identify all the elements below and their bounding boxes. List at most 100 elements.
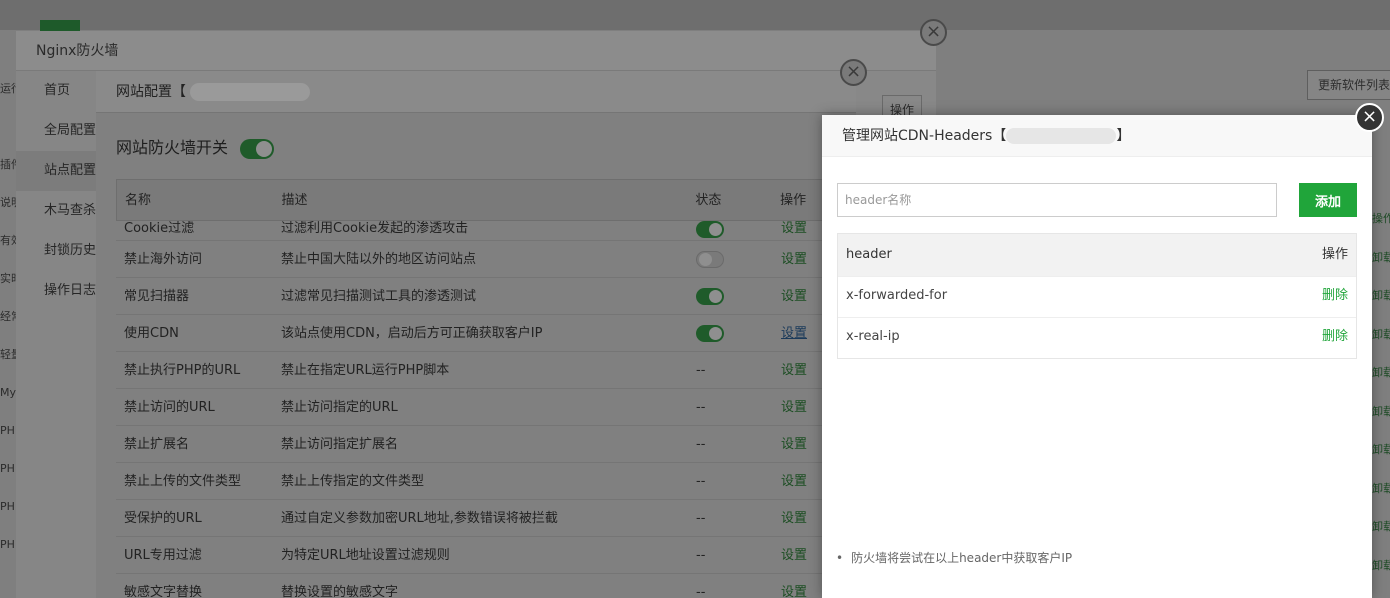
bg-right-label: 卸载 xyxy=(1372,558,1390,572)
row-desc: 禁止上传指定的文件类型 xyxy=(281,474,425,489)
redacted-site-name xyxy=(1006,128,1117,144)
row-desc: 禁止访问指定的URL xyxy=(281,400,398,415)
firewall-switch-label: 网站防火墙开关 xyxy=(116,138,229,157)
close-icon[interactable]: × xyxy=(920,19,947,46)
table-row: URL专用过滤 为特定URL地址设置过滤规则 -- 设置 xyxy=(116,537,836,574)
row-name: 常见扫描器 xyxy=(124,289,190,304)
table-row: 禁止海外访问 禁止中国大陆以外的地区访问站点 设置 xyxy=(116,241,836,278)
row-status xyxy=(686,241,781,277)
table-row: 受保护的URL 通过自定义参数加密URL地址,参数错误将被拦截 -- 设置 xyxy=(116,500,836,537)
firewall-toggle[interactable] xyxy=(240,138,275,159)
row-desc: 禁止访问指定扩展名 xyxy=(281,437,399,452)
cdn-dialog-title-end: 】 xyxy=(1116,128,1131,144)
row-status: -- xyxy=(696,511,706,526)
col-name: 名称 xyxy=(125,193,152,208)
bg-right-label: 操作 xyxy=(1372,212,1390,225)
bg-right-label: 卸载 xyxy=(1372,404,1390,418)
row-desc: 该站点使用CDN，启动后方可正确获取客户IP xyxy=(281,326,543,341)
add-header-button[interactable]: 添加 xyxy=(1299,183,1357,217)
cdn-note: 防火墙将尝试在以上header中获取客户IP xyxy=(836,549,1072,566)
nav-operation-log[interactable]: 操作日志 xyxy=(16,271,96,311)
row-name: 禁止海外访问 xyxy=(124,252,203,267)
site-config-title: 网站配置【 xyxy=(96,71,856,113)
row-status xyxy=(686,315,781,351)
bg-right-label: 卸载 xyxy=(1372,250,1390,264)
cdn-dialog-title-text: 管理网站CDN-Headers【 xyxy=(842,128,1007,144)
table-row: 禁止访问的URL 禁止访问指定的URL -- 设置 xyxy=(116,389,836,426)
row-name: Cookie过滤 xyxy=(124,221,195,236)
header-table-head: header 操作 xyxy=(838,234,1356,276)
nav-site-config[interactable]: 站点配置 xyxy=(16,151,96,191)
site-config-title-text: 网站配置【 xyxy=(116,84,186,100)
background-right-actions: 操作 卸载 卸载 卸载 卸载 卸载 卸载 卸载 卸载 卸载 xyxy=(1372,200,1390,585)
nginx-sidebar: 首页 全局配置 站点配置 木马查杀 封锁历史 操作日志 xyxy=(16,71,96,598)
row-name: 使用CDN xyxy=(124,326,179,341)
cdn-headers-dialog: 管理网站CDN-Headers【 】 添加 header 操作 x-forward… xyxy=(822,115,1372,598)
rule-toggle[interactable] xyxy=(696,251,724,268)
bg-right-label: 卸载 xyxy=(1372,327,1390,341)
table-row: 禁止扩展名 禁止访问指定扩展名 -- 设置 xyxy=(116,426,836,463)
delete-header-link[interactable]: 删除 xyxy=(1322,318,1348,358)
nav-trojan-scan[interactable]: 木马查杀 xyxy=(16,191,96,231)
table-row: Cookie过滤 过滤利用Cookie发起的渗透攻击 设置 xyxy=(116,221,836,241)
row-name: 受保护的URL xyxy=(124,511,202,526)
row-name: 敏感文字替换 xyxy=(124,585,203,598)
row-status: -- xyxy=(696,474,706,489)
bg-right-label: 卸载 xyxy=(1372,520,1390,533)
row-name: 禁止上传的文件类型 xyxy=(124,474,242,489)
row-desc: 过滤常见扫描测试工具的渗透测试 xyxy=(281,289,477,304)
update-software-list-button: 更新软件列表 xyxy=(1307,70,1390,100)
redacted-site-name xyxy=(190,83,310,101)
table-row: 敏感文字替换 替换设置的敏感文字 -- 设置 xyxy=(116,574,836,598)
close-icon[interactable]: × xyxy=(840,59,867,86)
col-status: 状态 xyxy=(695,193,722,208)
col-op: 操作 xyxy=(1321,247,1348,262)
nav-block-history[interactable]: 封锁历史 xyxy=(16,231,96,271)
row-status xyxy=(686,221,781,240)
table-row: 禁止上传的文件类型 禁止上传指定的文件类型 -- 设置 xyxy=(116,463,836,500)
table-row: 使用CDN 该站点使用CDN，启动后方可正确获取客户IP 设置 xyxy=(116,315,836,352)
row-status xyxy=(686,278,781,314)
bg-right-label: 卸载 xyxy=(1372,289,1390,302)
header-name-input[interactable] xyxy=(837,183,1277,217)
nginx-window-title: Nginx防火墙 xyxy=(16,31,936,71)
rule-toggle[interactable] xyxy=(696,325,724,342)
header-table: header 操作 x-forwarded-for 删除 x-real-ip 删… xyxy=(837,233,1357,359)
row-name: 禁止访问的URL xyxy=(124,400,215,415)
row-desc: 过滤利用Cookie发起的渗透攻击 xyxy=(281,221,469,236)
cdn-dialog-title: 管理网站CDN-Headers【 】 xyxy=(822,115,1372,157)
table-row: x-real-ip 删除 xyxy=(838,317,1356,358)
col-desc: 描述 xyxy=(281,193,308,208)
header-name: x-forwarded-for xyxy=(846,288,948,303)
bg-right-label: 卸载 xyxy=(1372,443,1390,456)
rule-table: 名称 描述 状态 操作 Cookie过滤 过滤利用Cookie发起的渗透攻击 设… xyxy=(116,179,836,598)
table-row: x-forwarded-for 删除 xyxy=(838,276,1356,317)
nav-global-config[interactable]: 全局配置 xyxy=(16,111,96,151)
rule-table-header: 名称 描述 状态 操作 xyxy=(116,179,836,221)
header-name: x-real-ip xyxy=(846,329,900,344)
row-desc: 替换设置的敏感文字 xyxy=(281,585,399,598)
rule-toggle[interactable] xyxy=(696,288,724,305)
delete-header-link[interactable]: 删除 xyxy=(1322,277,1348,317)
row-name: 禁止扩展名 xyxy=(124,437,190,452)
nav-home[interactable]: 首页 xyxy=(16,71,96,111)
row-desc: 通过自定义参数加密URL地址,参数错误将被拦截 xyxy=(281,511,558,526)
rule-toggle[interactable] xyxy=(696,221,724,238)
table-row: 禁止执行PHP的URL 禁止在指定URL运行PHP脚本 -- 设置 xyxy=(116,352,836,389)
background-topbar xyxy=(0,0,1390,30)
row-status: -- xyxy=(696,585,706,598)
bg-right-label: 卸载 xyxy=(1372,481,1390,495)
row-status: -- xyxy=(696,400,706,415)
row-status: -- xyxy=(696,548,706,563)
row-name: URL专用过滤 xyxy=(124,548,202,563)
row-desc: 为特定URL地址设置过滤规则 xyxy=(281,548,450,563)
row-status: -- xyxy=(696,363,706,378)
col-header: header xyxy=(846,247,892,262)
close-icon[interactable]: × xyxy=(1355,103,1384,132)
firewall-switch-row: 网站防火墙开关 xyxy=(116,133,275,163)
bg-right-label: 卸载 xyxy=(1372,366,1390,379)
table-row: 常见扫描器 过滤常见扫描测试工具的渗透测试 设置 xyxy=(116,278,836,315)
row-desc: 禁止中国大陆以外的地区访问站点 xyxy=(281,252,477,267)
row-desc: 禁止在指定URL运行PHP脚本 xyxy=(281,363,450,378)
row-status: -- xyxy=(696,437,706,452)
